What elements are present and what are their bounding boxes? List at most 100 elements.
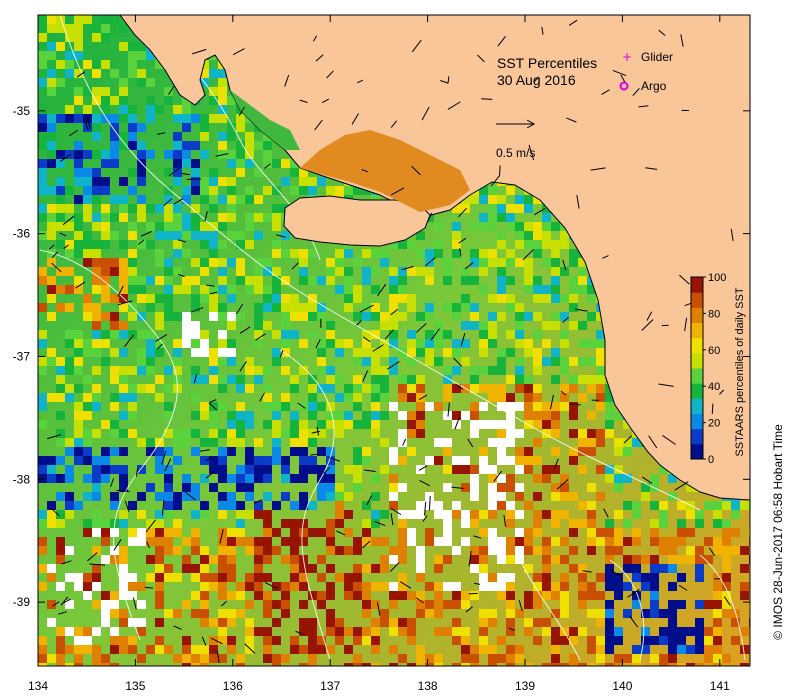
sst-pixel	[308, 645, 317, 654]
sst-pixel	[74, 15, 83, 24]
sst-pixel	[92, 582, 101, 591]
sst-pixel	[146, 645, 155, 654]
sst-pixel	[479, 339, 488, 348]
sst-pixel	[740, 582, 749, 591]
sst-pixel	[281, 492, 290, 501]
sst-pixel	[344, 582, 353, 591]
sst-pixel	[236, 195, 245, 204]
sst-pixel	[425, 312, 434, 321]
sst-pixel	[479, 618, 488, 627]
sst-pixel	[497, 213, 506, 222]
sst-pixel	[164, 546, 173, 555]
sst-pixel	[191, 168, 200, 177]
sst-pixel	[596, 528, 605, 537]
sst-pixel	[506, 510, 515, 519]
sst-pixel	[272, 447, 281, 456]
sst-pixel	[326, 339, 335, 348]
sst-pixel	[245, 447, 254, 456]
sst-pixel	[551, 447, 560, 456]
sst-pixel	[137, 492, 146, 501]
sst-pixel	[695, 519, 704, 528]
sst-pixel	[461, 519, 470, 528]
sst-pixel	[299, 267, 308, 276]
sst-pixel	[632, 564, 641, 573]
sst-pixel	[74, 42, 83, 51]
sst-pixel	[74, 87, 83, 96]
sst-pixel	[506, 429, 515, 438]
sst-pixel	[569, 447, 578, 456]
sst-pixel	[551, 375, 560, 384]
y-tick-label: -35	[13, 104, 31, 118]
sst-pixel	[272, 276, 281, 285]
sst-pixel	[551, 429, 560, 438]
sst-pixel	[173, 105, 182, 114]
sst-pixel	[497, 285, 506, 294]
sst-pixel	[101, 555, 110, 564]
sst-pixel	[182, 429, 191, 438]
sst-pixel	[479, 402, 488, 411]
sst-pixel	[65, 663, 74, 666]
sst-pixel	[632, 663, 641, 666]
sst-pixel	[263, 285, 272, 294]
sst-pixel	[452, 411, 461, 420]
sst-pixel	[551, 258, 560, 267]
sst-pixel	[245, 411, 254, 420]
sst-pixel	[128, 123, 137, 132]
sst-pixel	[281, 582, 290, 591]
sst-pixel	[335, 519, 344, 528]
sst-pixel	[614, 627, 623, 636]
sst-pixel	[92, 393, 101, 402]
sst-pixel	[83, 348, 92, 357]
sst-pixel	[56, 429, 65, 438]
sst-pixel	[524, 600, 533, 609]
sst-pixel	[533, 618, 542, 627]
sst-pixel	[65, 267, 74, 276]
sst-pixel	[218, 213, 227, 222]
sst-pixel	[281, 591, 290, 600]
sst-pixel	[398, 591, 407, 600]
sst-pixel	[110, 15, 119, 24]
sst-pixel	[362, 339, 371, 348]
sst-pixel	[254, 537, 263, 546]
sst-pixel	[155, 465, 164, 474]
sst-pixel	[92, 564, 101, 573]
sst-pixel	[146, 294, 155, 303]
sst-pixel	[191, 483, 200, 492]
sst-pixel	[722, 537, 731, 546]
sst-pixel	[146, 438, 155, 447]
sst-pixel	[695, 663, 704, 666]
sst-pixel	[173, 519, 182, 528]
sst-pixel	[524, 231, 533, 240]
sst-pixel	[515, 537, 524, 546]
sst-pixel	[290, 168, 299, 177]
sst-pixel	[596, 654, 605, 663]
sst-pixel	[281, 339, 290, 348]
sst-pixel	[209, 69, 218, 78]
sst-pixel	[245, 546, 254, 555]
sst-pixel	[407, 339, 416, 348]
sst-pixel	[218, 492, 227, 501]
sst-pixel	[443, 411, 452, 420]
sst-pixel	[47, 294, 56, 303]
sst-pixel	[200, 231, 209, 240]
y-tick-label: -38	[13, 472, 31, 486]
sst-pixel	[299, 249, 308, 258]
sst-pixel	[497, 438, 506, 447]
sst-pixel	[83, 402, 92, 411]
sst-pixel	[200, 618, 209, 627]
colorbar-swatch	[691, 307, 703, 323]
sst-pixel	[389, 591, 398, 600]
sst-pixel	[119, 348, 128, 357]
sst-pixel	[677, 573, 686, 582]
sst-pixel	[56, 204, 65, 213]
sst-pixel	[488, 321, 497, 330]
sst-pixel	[362, 519, 371, 528]
sst-pixel	[119, 645, 128, 654]
sst-pixel	[254, 546, 263, 555]
sst-pixel	[209, 357, 218, 366]
sst-pixel	[686, 555, 695, 564]
sst-pixel	[263, 420, 272, 429]
sst-pixel	[227, 501, 236, 510]
sst-pixel	[632, 645, 641, 654]
sst-pixel	[524, 618, 533, 627]
